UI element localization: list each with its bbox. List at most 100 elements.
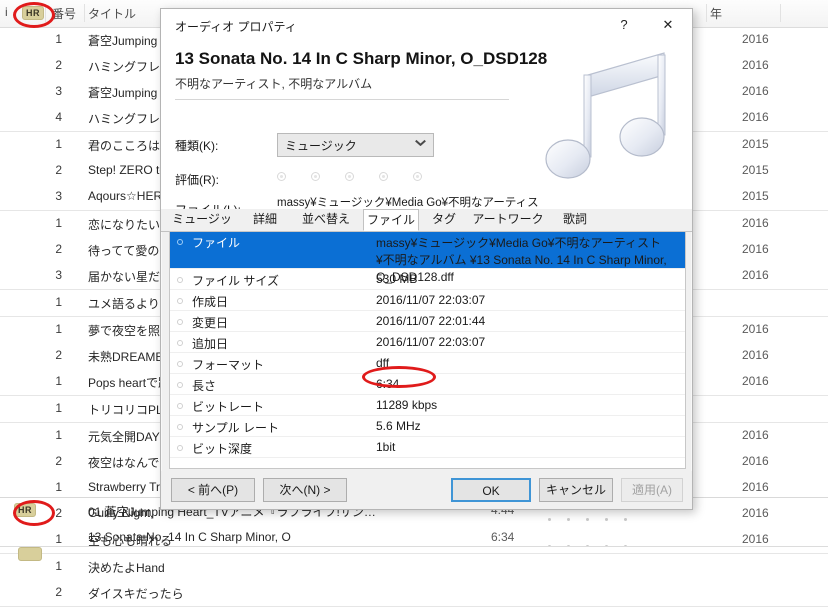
row-year: 2016	[742, 110, 769, 124]
rating-star-5[interactable]	[413, 172, 422, 181]
property-row[interactable]: ファイル massy¥ミュージック¥Media Go¥不明なアーティスト¥不明なア…	[170, 232, 685, 284]
next-button[interactable]: 次へ(N) >	[263, 478, 347, 502]
row-track-number: 1	[55, 401, 62, 415]
expand-dot-icon[interactable]	[177, 319, 183, 325]
expand-dot-icon[interactable]	[177, 403, 183, 409]
kind-label: 種類(K):	[175, 139, 219, 153]
hr-badge-icon: HR	[14, 500, 36, 518]
row-track-number: 2	[55, 585, 62, 599]
tab-2[interactable]: 並べ替え	[293, 209, 359, 231]
header-divider	[780, 4, 781, 22]
rating-star-4[interactable]	[379, 172, 388, 181]
property-name: 作成日	[192, 295, 229, 309]
help-icon[interactable]: ?	[602, 9, 646, 41]
property-row[interactable]: サンプル レート 5.6 MHz	[170, 416, 685, 437]
property-row[interactable]: ビットレート 11289 kbps	[170, 395, 685, 416]
row-track-number: 1	[55, 559, 62, 573]
row-title: 13 Sonata No. 14 In C Sharp Minor, O	[88, 530, 291, 544]
row-duration: 6:34	[491, 530, 515, 544]
row-title: 元気全開DAY	[88, 430, 160, 444]
property-value: 2016/11/07 22:01:44	[376, 314, 486, 328]
hr-badge-icon-partial	[18, 547, 42, 561]
row-title: Pops heartで踊	[88, 376, 171, 390]
ok-button[interactable]: OK	[451, 478, 531, 502]
row-track-number: 1	[55, 137, 62, 151]
expand-dot-icon[interactable]	[177, 277, 183, 283]
row-title: Aqours☆HER	[88, 189, 163, 203]
row-year: 2015	[742, 137, 769, 151]
expand-dot-icon[interactable]	[177, 298, 183, 304]
row-title: 待ってて愛のう	[88, 244, 172, 258]
kind-select-value: ミュージック	[285, 139, 357, 153]
row-year: 2016	[742, 216, 769, 230]
property-name: ファイル サイズ	[192, 274, 279, 288]
row-year: 2015	[742, 163, 769, 177]
property-row[interactable]: ファイル サイズ 530 MB	[170, 269, 685, 290]
row-track-number: 1	[55, 295, 62, 309]
property-row[interactable]: 長さ 6:34	[170, 374, 685, 395]
property-row[interactable]: ビット深度 1bit	[170, 437, 685, 458]
property-value: 11289 kbps	[376, 398, 438, 412]
column-header-hr[interactable]: HR	[22, 5, 44, 20]
table-row[interactable]: 1 決めたよHand	[0, 554, 828, 580]
previous-button[interactable]: < 前へ(P)	[171, 478, 255, 502]
rating-star-1[interactable]	[277, 172, 286, 181]
row-year: 2016	[742, 32, 769, 46]
tab-0[interactable]: ミュージック	[167, 209, 237, 247]
tab-6[interactable]: 歌詞	[551, 209, 599, 231]
property-value: 2016/11/07 22:03:07	[376, 335, 486, 349]
property-value: 2016/11/07 22:03:07	[376, 293, 486, 307]
column-header-year[interactable]: 年	[710, 5, 722, 22]
column-header-title[interactable]: タイトル	[88, 5, 136, 22]
dialog-header-panel: 13 Sonata No. 14 In C Sharp Minor, O_DSD…	[161, 41, 692, 254]
row-track-number: 2	[55, 454, 62, 468]
audio-properties-dialog[interactable]: オーディオ プロパティ ? ✕ 13 Sonata No. 14 In C Sh…	[160, 8, 693, 510]
expand-dot-icon[interactable]	[177, 361, 183, 367]
property-name: ビットレート	[192, 400, 265, 414]
header-divider	[84, 4, 85, 22]
expand-dot-icon[interactable]	[177, 382, 183, 388]
rating-star-3[interactable]	[345, 172, 354, 181]
cancel-button[interactable]: キャンセル	[539, 478, 613, 502]
row-track-number: 1	[55, 374, 62, 388]
tab-1[interactable]: 詳細	[241, 209, 289, 231]
expand-dot-icon[interactable]	[177, 445, 183, 451]
tab-4[interactable]: タグ	[423, 209, 465, 231]
dialog-title: オーディオ プロパティ	[175, 20, 297, 34]
row-track-number: 2	[55, 348, 62, 362]
row-year: 2016	[742, 428, 769, 442]
tab-3[interactable]: ファイル	[363, 209, 419, 231]
property-row[interactable]: 追加日 2016/11/07 22:03:07	[170, 332, 685, 353]
dialog-tabs[interactable]: ミュージック詳細並べ替えファイルタグアートワーク歌詞	[161, 209, 692, 247]
kind-select[interactable]: ミュージック	[277, 133, 434, 157]
property-name: サンプル レート	[192, 421, 279, 435]
property-name: フォーマット	[192, 358, 265, 372]
expand-dot-icon[interactable]	[177, 239, 183, 245]
row-track-number: 1	[55, 32, 62, 46]
column-header-info[interactable]: i	[5, 5, 8, 19]
property-row[interactable]: 作成日 2016/11/07 22:03:07	[170, 290, 685, 311]
close-icon[interactable]: ✕	[646, 9, 690, 41]
row-year: 2016	[742, 322, 769, 336]
row-title: Strawberry Tra	[88, 480, 167, 494]
tab-5[interactable]: アートワーク	[469, 209, 547, 231]
row-year: 2016	[742, 374, 769, 388]
rating-star-2[interactable]	[311, 172, 320, 181]
music-note-icon	[545, 52, 666, 179]
row-year: 2016	[742, 58, 769, 72]
property-row[interactable]: フォーマット dff	[170, 353, 685, 374]
row-track-number: 1	[55, 216, 62, 230]
dialog-titlebar[interactable]: オーディオ プロパティ ? ✕	[161, 9, 692, 41]
table-row[interactable]: 2 ダイスキだったら	[0, 580, 828, 607]
rating-stars[interactable]	[277, 168, 447, 186]
song-title: 13 Sonata No. 14 In C Sharp Minor, O_DSD…	[175, 49, 548, 68]
properties-grid[interactable]: ファイル massy¥ミュージック¥Media Go¥不明なアーティスト¥不明なア…	[169, 231, 686, 469]
expand-dot-icon[interactable]	[177, 424, 183, 430]
chevron-down-icon	[416, 140, 425, 149]
row-track-number: 1	[55, 428, 62, 442]
expand-dot-icon[interactable]	[177, 340, 183, 346]
column-header-number[interactable]: 番号	[52, 5, 76, 22]
row-year: 2016	[742, 480, 769, 494]
row-year: 2015	[742, 189, 769, 203]
property-row[interactable]: 変更日 2016/11/07 22:01:44	[170, 311, 685, 332]
